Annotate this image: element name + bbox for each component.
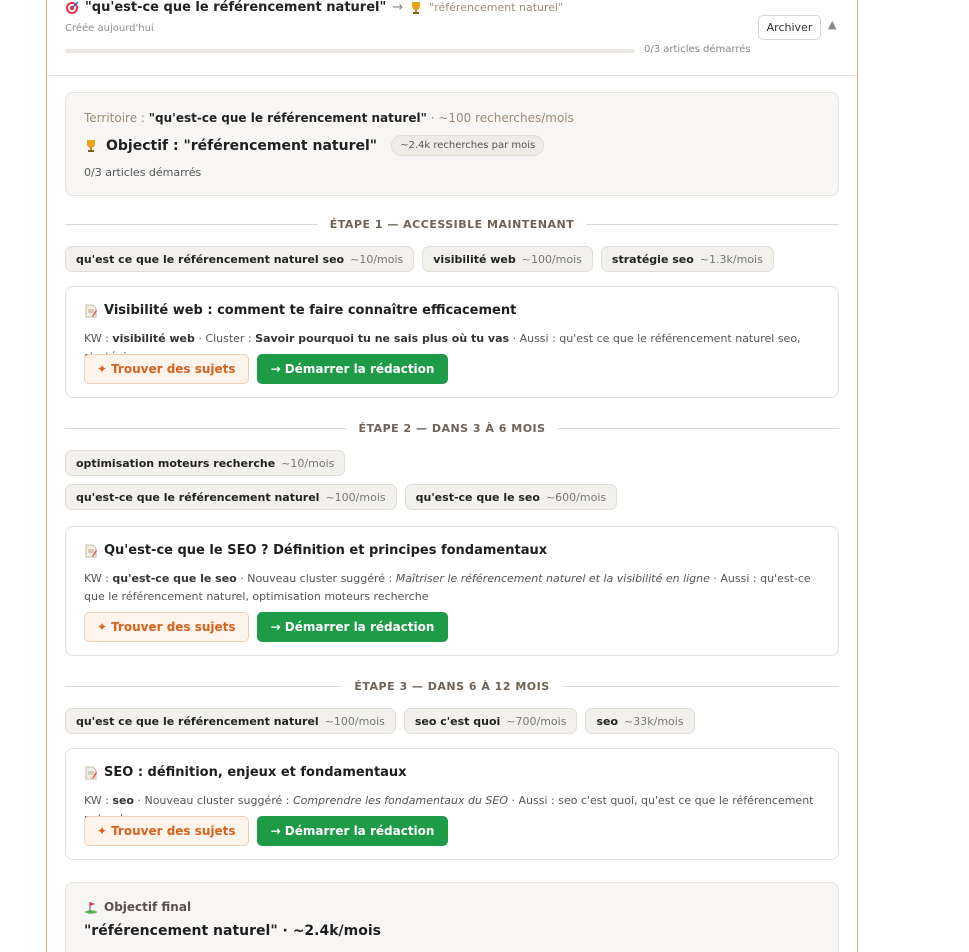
keyword-chip[interactable]: qu'est-ce que le seo ~600/mois: [404, 484, 618, 510]
archive-button[interactable]: Archiver: [758, 15, 821, 40]
document-icon: [85, 766, 98, 779]
find-topics-button[interactable]: ✦ Trouver des sujets: [84, 816, 249, 846]
keyword-chip[interactable]: qu'est ce que le référencement naturel s…: [65, 246, 415, 272]
step-2-separator: ÉTAPE 2 — DANS 3 À 6 MOIS: [65, 421, 839, 435]
step-1-separator: ÉTAPE 1 — ACCESSIBLE MAINTENANT: [65, 217, 839, 231]
final-objective-label: Objectif final: [84, 900, 191, 914]
target-icon: [66, 1, 79, 14]
sparkle-icon: ✦: [97, 620, 108, 634]
step-2-article-card: Qu'est-ce que le SEO ? Définition et pri…: [65, 526, 839, 656]
keyword-chip[interactable]: visibilité web ~100/mois: [422, 246, 593, 272]
step-2-label: ÉTAPE 2 — DANS 3 À 6 MOIS: [358, 421, 546, 435]
keyword-chip[interactable]: seo c'est quoi ~700/mois: [403, 708, 578, 734]
find-topics-button[interactable]: ✦ Trouver des sujets: [84, 354, 249, 384]
article-actions: ✦ Trouver des sujets → Démarrer la rédact…: [84, 354, 449, 384]
territory-volume: · ~100 recherches/mois: [426, 111, 574, 125]
territory-keyword: "qu'est-ce que le référencement naturel": [148, 111, 427, 125]
step-2-keywords: optimisation moteurs recherche ~10/mois q…: [65, 450, 665, 510]
final-objective-value: "référencement naturel" · ~2.4k/mois: [84, 923, 381, 939]
find-topics-button[interactable]: ✦ Trouver des sujets: [84, 612, 249, 642]
progress-bar: [65, 49, 635, 53]
keyword-chip[interactable]: seo ~33k/mois: [585, 708, 695, 734]
objective-line: Objectif : "référencement naturel" ~2.4k…: [84, 135, 545, 156]
article-title: Visibilité web : comment te faire connaî…: [84, 303, 516, 318]
article-actions: ✦ Trouver des sujets → Démarrer la rédact…: [84, 816, 449, 846]
article-title: Qu'est-ce que le SEO ? Définition et pri…: [84, 543, 547, 558]
territory-summary: Territoire : "qu'est-ce que le référence…: [65, 92, 839, 196]
objective-volume-badge: ~2.4k recherches par mois: [391, 135, 545, 156]
keyword-chip[interactable]: qu'est-ce que le référencement naturel ~1…: [65, 484, 397, 510]
step-3-article-card: SEO : définition, enjeux et fondamentaux…: [65, 748, 839, 860]
start-writing-button[interactable]: → Démarrer la rédaction: [256, 612, 449, 642]
territory-started: 0/3 articles démarrés: [84, 166, 202, 179]
plan-title-arrow: →: [392, 0, 404, 15]
territory-label: Territoire :: [84, 111, 149, 125]
trophy-icon: [412, 1, 421, 14]
final-objective: Objectif final "référencement naturel" ·…: [65, 882, 839, 952]
created-date: Créée aujourd'hui: [65, 23, 154, 34]
document-icon: [85, 544, 98, 557]
territory-line: Territoire : "qu'est-ce que le référence…: [84, 111, 574, 125]
sparkle-icon: ✦: [97, 824, 108, 838]
article-title: SEO : définition, enjeux et fondamentaux: [84, 765, 407, 780]
plan-title: "qu'est-ce que le référencement naturel"…: [65, 0, 563, 15]
plan-card: "qu'est-ce que le référencement naturel"…: [46, 0, 858, 952]
golf-flag-icon: [85, 902, 97, 914]
step-1-article-card: Visibilité web : comment te faire connaî…: [65, 286, 839, 398]
start-writing-button[interactable]: → Démarrer la rédaction: [256, 354, 449, 384]
step-1-keywords: qu'est ce que le référencement naturel s…: [65, 246, 774, 272]
document-icon: [85, 304, 98, 317]
keyword-chip[interactable]: qu'est ce que le référencement naturel ~1…: [65, 708, 396, 734]
step-3-separator: ÉTAPE 3 — DANS 6 À 12 MOIS: [65, 679, 839, 693]
trophy-icon: [87, 139, 95, 152]
sparkle-icon: ✦: [97, 362, 108, 376]
article-meta: KW : qu'est-ce que le seo · Nouveau clus…: [84, 572, 811, 603]
objective-label: Objectif : "référencement naturel": [106, 137, 378, 154]
step-3-label: ÉTAPE 3 — DANS 6 À 12 MOIS: [354, 679, 550, 693]
step-3-keywords: qu'est ce que le référencement naturel ~1…: [65, 708, 695, 734]
keyword-chip[interactable]: optimisation moteurs recherche ~10/mois: [65, 450, 346, 476]
keyword-chip[interactable]: stratégie seo ~1.3k/mois: [600, 246, 774, 272]
collapse-icon[interactable]: ▲: [828, 18, 836, 31]
start-writing-button[interactable]: → Démarrer la rédaction: [256, 816, 449, 846]
progress-label: 0/3 articles démarrés: [644, 44, 751, 55]
step-1-label: ÉTAPE 1 — ACCESSIBLE MAINTENANT: [329, 217, 575, 231]
plan-title-keyword: "qu'est-ce que le référencement naturel": [85, 0, 387, 15]
plan-header: "qu'est-ce que le référencement naturel"…: [47, 0, 857, 76]
plan-title-target: "référencement naturel": [429, 1, 564, 14]
article-actions: ✦ Trouver des sujets → Démarrer la rédact…: [84, 612, 449, 642]
